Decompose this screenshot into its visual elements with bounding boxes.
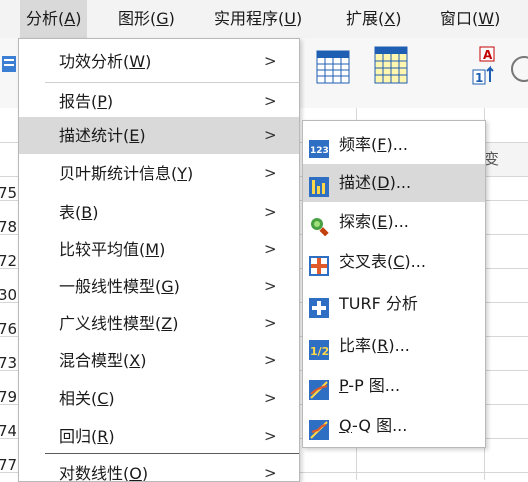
row-value: 30 — [0, 286, 16, 304]
row-value: 76 — [0, 320, 16, 338]
menu-separator — [45, 453, 299, 454]
menu-analyze[interactable]: 分析(A) — [20, 0, 88, 38]
menu-graphs[interactable]: 图形(G) — [112, 0, 181, 38]
column-header[interactable]: 变 — [484, 142, 528, 176]
menu-bar: 分析(A) 图形(G) 实用程序(U) 扩展(X) 窗口(W) — [0, 0, 528, 39]
chevron-right-icon: > — [264, 277, 277, 295]
submenu-item-crosstabs[interactable]: 交叉表(C)... — [303, 243, 485, 281]
highlight-table-icon[interactable] — [374, 46, 408, 84]
search-circle-icon[interactable] — [508, 54, 528, 84]
ratio-icon: 1/2 — [309, 336, 329, 360]
descriptive-statistics-submenu: 123 频率(F)... 描述(D)... 探索(E)... 交叉表(C)...… — [302, 120, 486, 448]
submenu-item-frequencies[interactable]: 123 频率(F)... — [303, 126, 485, 164]
row-value: 74 — [0, 422, 16, 440]
row-value: 75 — [0, 184, 16, 202]
menu-item-bayesian-statistics[interactable]: 贝叶斯统计信息(Y) > — [19, 155, 299, 192]
svg-text:1/2: 1/2 — [310, 345, 329, 358]
menu-item-correlate[interactable]: 相关(C) > — [19, 380, 299, 417]
frequencies-icon: 123 — [309, 135, 329, 158]
svg-text:123: 123 — [310, 146, 329, 156]
value-labels-icon[interactable]: A 1 — [472, 46, 502, 86]
menu-item-power-analysis[interactable]: 功效分析(W) > — [19, 43, 299, 80]
menu-item-mixed-models[interactable]: 混合模型(X) > — [19, 342, 299, 379]
chevron-right-icon: > — [264, 351, 277, 369]
pp-plot-icon — [309, 376, 329, 400]
chevron-right-icon: > — [264, 203, 277, 221]
qq-plot-icon — [309, 416, 329, 440]
menu-utilities[interactable]: 实用程序(U) — [208, 0, 308, 38]
chevron-right-icon: > — [264, 126, 277, 144]
row-value: 73 — [0, 354, 16, 372]
svg-text:A: A — [483, 48, 493, 62]
submenu-item-explore[interactable]: 探索(E)... — [303, 203, 485, 241]
table-icon[interactable] — [316, 50, 350, 84]
chevron-right-icon: > — [264, 52, 277, 70]
menu-item-generalized-linear-models[interactable]: 广义线性模型(Z) > — [19, 305, 299, 342]
crosstabs-icon — [309, 252, 329, 276]
chevron-right-icon: > — [264, 314, 277, 332]
row-value: 77 — [0, 456, 16, 474]
menu-item-general-linear-model[interactable]: 一般线性模型(G) > — [19, 268, 299, 305]
analyze-menu: 功效分析(W) > 报告(P) > 描述统计(E) > 贝叶斯统计信息(Y) >… — [18, 38, 300, 482]
menu-extensions[interactable]: 扩展(X) — [340, 0, 407, 38]
menu-item-loglinear[interactable]: 对数线性(O) > — [19, 455, 299, 482]
menu-item-tables[interactable]: 表(B) > — [19, 194, 299, 231]
menu-item-descriptive-statistics[interactable]: 描述统计(E) > — [19, 117, 299, 154]
menu-item-compare-means[interactable]: 比较平均值(M) > — [19, 231, 299, 268]
chevron-right-icon: > — [264, 427, 277, 445]
submenu-item-pp-plot[interactable]: P-P 图... — [303, 367, 485, 405]
chevron-right-icon: > — [264, 92, 277, 110]
submenu-item-qq-plot[interactable]: Q-Q 图... — [303, 407, 485, 445]
chevron-right-icon: > — [264, 164, 277, 182]
submenu-item-ratio[interactable]: 1/2 比率(R)... — [303, 327, 485, 365]
menu-window[interactable]: 窗口(W) — [434, 0, 506, 38]
svg-text:1: 1 — [475, 71, 483, 85]
menu-item-reports[interactable]: 报告(P) > — [19, 83, 299, 120]
descriptives-icon — [309, 173, 329, 197]
chevron-right-icon: > — [264, 464, 277, 482]
chevron-right-icon: > — [264, 389, 277, 407]
menu-item-regression[interactable]: 回归(R) > — [19, 418, 299, 455]
variable-icon[interactable] — [2, 54, 16, 74]
turf-icon — [309, 294, 329, 318]
chevron-right-icon: > — [264, 240, 277, 258]
submenu-item-turf-analysis[interactable]: TURF 分析 — [303, 285, 485, 323]
submenu-item-descriptives[interactable]: 描述(D)... — [303, 164, 485, 202]
row-value: 78 — [0, 218, 16, 236]
explore-icon — [309, 212, 329, 237]
row-value: 79 — [0, 388, 16, 406]
row-value: 72 — [0, 252, 16, 270]
